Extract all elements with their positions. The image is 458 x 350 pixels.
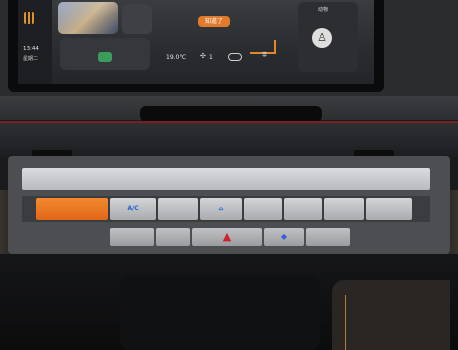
car-recirc-icon: ⌓: [218, 205, 224, 212]
recirculation-icon[interactable]: [228, 53, 242, 61]
storage-tray: [120, 276, 320, 350]
clock-time: 13:44: [23, 46, 39, 52]
armrest: [332, 280, 450, 350]
blank-button-4[interactable]: [324, 198, 364, 220]
hazard-icon: ▲: [222, 230, 232, 243]
media-card[interactable]: [58, 2, 118, 34]
green-badge: [98, 52, 112, 62]
armrest-stitch: [345, 295, 346, 350]
blank-button-2[interactable]: [244, 198, 282, 220]
seat-icon[interactable]: ♙: [312, 28, 332, 48]
notice-acknowledge-button[interactable]: 知道了: [198, 16, 230, 27]
control-panel-top-bar: [22, 168, 430, 190]
fan-level: 1: [209, 54, 213, 61]
center-vent-slot: [140, 106, 322, 122]
widget-label: 动物: [318, 7, 329, 13]
fan-icon[interactable]: ✣: [200, 52, 206, 60]
led-button[interactable]: ◆: [264, 228, 304, 246]
media-card-overlay: [58, 2, 118, 34]
orange-button[interactable]: [36, 198, 108, 220]
defrost-icon[interactable]: ⩨: [262, 50, 267, 60]
lower-button-1[interactable]: [110, 228, 154, 246]
app-menu-icon[interactable]: [24, 12, 34, 24]
clock-date: 星期二: [23, 56, 39, 62]
hazard-button[interactable]: ▲: [192, 228, 262, 246]
temperature-readout[interactable]: 19.0℃: [166, 54, 186, 61]
blank-button-3[interactable]: [284, 198, 322, 220]
ac-button[interactable]: A/C: [110, 198, 156, 220]
lower-button-2[interactable]: [156, 228, 190, 246]
blank-button-1[interactable]: [158, 198, 198, 220]
blank-button-5[interactable]: [366, 198, 412, 220]
led-indicator-icon: ◆: [280, 232, 288, 241]
recirc-button[interactable]: ⌓: [200, 198, 242, 220]
media-control-card[interactable]: [122, 4, 152, 34]
lower-button-5[interactable]: [306, 228, 350, 246]
